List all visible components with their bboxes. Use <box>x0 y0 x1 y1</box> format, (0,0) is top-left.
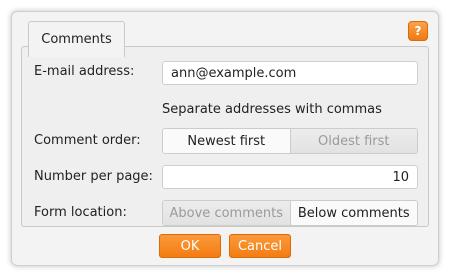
form-location-toggle: Above comments Below comments <box>162 200 418 226</box>
question-mark-icon: ? <box>414 24 422 38</box>
tab-comments[interactable]: Comments <box>28 21 125 57</box>
above-comments-option[interactable]: Above comments <box>163 201 290 225</box>
cancel-button[interactable]: Cancel <box>229 234 291 258</box>
email-label: E-mail address: <box>34 64 135 79</box>
settings-panel: E-mail address: Separate addresses with … <box>21 46 429 227</box>
comment-order-label: Comment order: <box>34 133 141 148</box>
ok-button[interactable]: OK <box>159 234 221 258</box>
form-location-label: Form location: <box>34 205 127 220</box>
per-page-field[interactable] <box>162 165 418 189</box>
newest-first-option[interactable]: Newest first <box>163 129 290 153</box>
help-button[interactable]: ? <box>408 21 428 41</box>
per-page-label: Number per page: <box>34 169 153 184</box>
comment-order-toggle: Newest first Oldest first <box>162 128 418 154</box>
email-hint: Separate addresses with commas <box>162 102 382 117</box>
comments-dialog: Comments ? E-mail address: Separate addr… <box>11 11 439 266</box>
email-field[interactable] <box>162 61 418 85</box>
tab-comments-label: Comments <box>41 32 112 47</box>
oldest-first-option[interactable]: Oldest first <box>289 129 417 153</box>
below-comments-option[interactable]: Below comments <box>289 201 417 225</box>
